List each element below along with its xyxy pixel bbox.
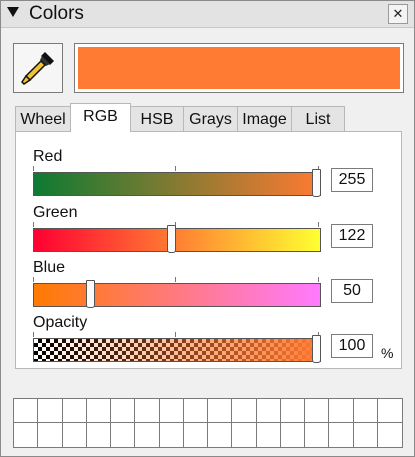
blue-label: Blue [33,259,66,276]
panel-title: Colors [29,3,84,24]
palette-swatch[interactable] [111,423,136,447]
palette-swatch[interactable] [232,399,257,423]
opacity-unit: % [381,345,394,361]
tab-rgb[interactable]: RGB [70,103,131,132]
palette-swatch[interactable] [353,423,378,447]
colors-panel: Colors ✕ Wheel RGB HSB Grays Image List … [0,0,415,457]
green-value-field[interactable]: 122 [331,224,373,248]
opacity-label: Opacity [33,314,88,331]
blue-ticks [33,277,319,282]
current-color-fill [78,47,400,89]
current-color-swatch[interactable] [74,43,404,93]
palette-swatch[interactable] [208,399,233,423]
palette-swatch[interactable] [329,423,354,447]
tab-wheel[interactable]: Wheel [15,106,71,131]
tab-image[interactable]: Image [237,106,292,131]
blue-slider-thumb[interactable] [86,280,96,308]
palette-swatch[interactable] [135,423,160,447]
palette-swatch[interactable] [377,423,402,447]
red-value-field[interactable]: 255 [331,168,373,192]
opacity-slider-track[interactable] [33,335,321,363]
eyedropper-icon [21,52,54,85]
palette-swatch[interactable] [135,399,160,423]
panel-titlebar[interactable]: Colors ✕ [1,1,414,28]
palette-swatch[interactable] [208,423,233,447]
green-slider-thumb[interactable] [166,225,176,253]
green-label: Green [33,204,78,221]
palette-swatch[interactable] [183,399,208,423]
tab-grays[interactable]: Grays [183,106,238,131]
rgb-tab-panel: Red 255 Green 122 Blue 50 Opacity 100 % [15,131,402,369]
palette-swatch[interactable] [86,399,111,423]
opacity-slider-thumb[interactable] [312,335,321,363]
blue-slider-track[interactable] [33,280,321,308]
palette-swatch[interactable] [183,423,208,447]
tab-hsb[interactable]: HSB [130,106,184,131]
red-label: Red [33,148,63,165]
triangle-down-icon[interactable] [7,7,19,17]
palette-swatch[interactable] [305,423,330,447]
palette-swatch[interactable] [353,399,378,423]
palette-swatch[interactable] [305,399,330,423]
palette-swatch[interactable] [329,399,354,423]
palette-swatch[interactable] [38,423,63,447]
palette-swatch[interactable] [256,399,281,423]
palette-swatch[interactable] [62,399,87,423]
green-ticks [33,222,319,227]
palette-swatch[interactable] [256,423,281,447]
palette-swatch[interactable] [280,399,305,423]
eyedropper-button[interactable] [13,43,63,93]
palette-swatch[interactable] [280,423,305,447]
green-slider-track[interactable] [33,225,321,253]
palette-swatch[interactable] [62,423,87,447]
palette-swatch[interactable] [377,399,402,423]
opacity-value-field[interactable]: 100 [331,334,373,358]
palette-swatch[interactable] [232,423,257,447]
tab-list[interactable]: List [291,106,345,131]
palette-swatch[interactable] [111,399,136,423]
opacity-ticks [33,332,319,337]
blue-value-field[interactable]: 50 [331,279,373,303]
palette-swatch[interactable] [14,399,39,423]
close-button[interactable]: ✕ [388,4,408,24]
palette-swatch[interactable] [159,423,184,447]
color-palette [13,398,403,448]
palette-swatch[interactable] [86,423,111,447]
red-ticks [33,166,319,171]
red-slider-thumb[interactable] [312,169,321,197]
red-slider-track[interactable] [33,169,321,197]
palette-swatch[interactable] [159,399,184,423]
palette-swatch[interactable] [38,399,63,423]
palette-swatch[interactable] [14,423,39,447]
